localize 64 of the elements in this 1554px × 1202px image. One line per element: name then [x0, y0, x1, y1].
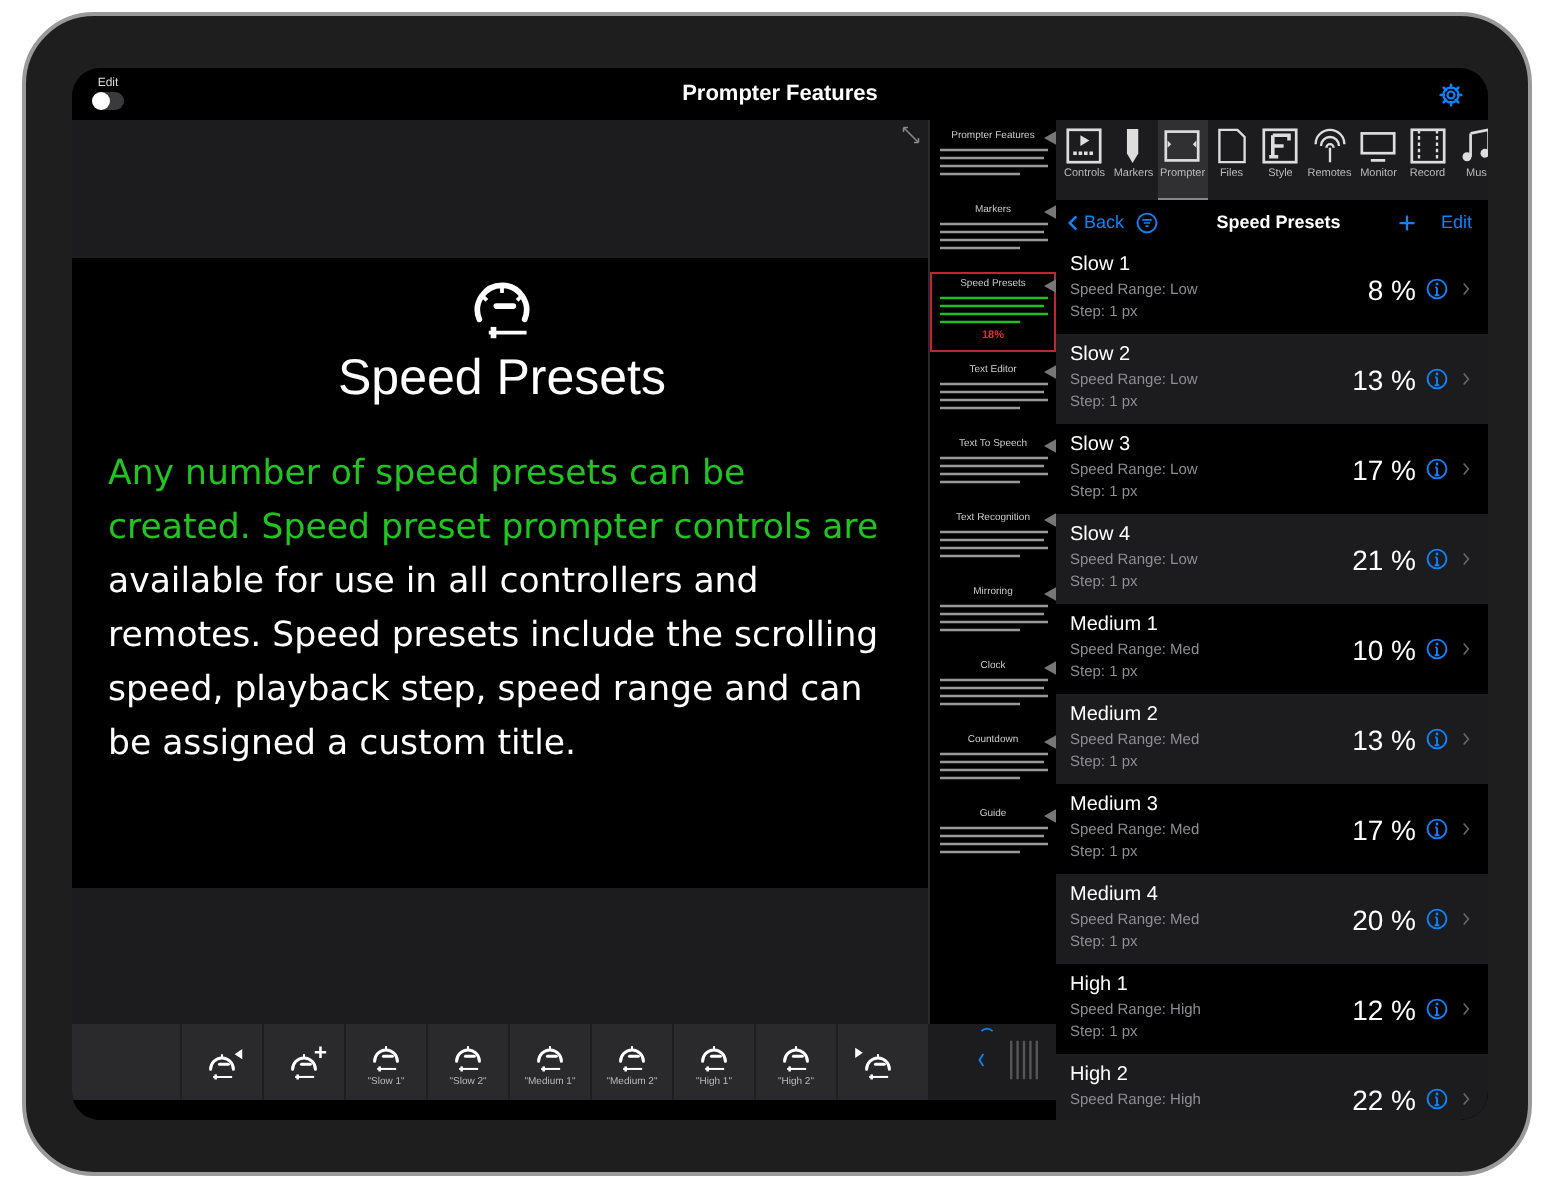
markers-icon — [1126, 128, 1141, 164]
script-paragraph: Any number of speed presets can be created. Speed preset prompter controls are available for use in all controllers and remotes. Speed presets include the scrolling speed, playback step, speed range and can be assigned a custom title. — [108, 452, 881, 768]
monitor-icon — [1360, 128, 1397, 164]
chevron-right-icon — [1462, 1002, 1470, 1016]
controls-icon — [1066, 128, 1103, 164]
preset-name: Slow 2 — [1070, 342, 1133, 368]
files-icon — [1213, 128, 1250, 164]
record-icon — [1409, 128, 1446, 164]
speed-value: 13 % — [1352, 723, 1416, 755]
info-icon[interactable] — [1426, 728, 1448, 750]
filter-icon[interactable] — [1136, 211, 1159, 233]
preset-name: High 2 — [1070, 1062, 1130, 1088]
preset-name: Medium 4 — [1070, 882, 1160, 908]
chevron-right-icon — [1462, 282, 1470, 296]
speed-value: 10 % — [1352, 633, 1416, 665]
back-button[interactable]: Back — [1068, 212, 1125, 232]
info-icon[interactable] — [1426, 278, 1448, 300]
info-icon[interactable] — [1426, 818, 1448, 840]
speed-value: 17 % — [1352, 453, 1416, 485]
collapse-icon[interactable] — [980, 1026, 994, 1032]
nav-title: Speed Presets — [1214, 212, 1343, 232]
preset-name: Slow 3 — [1070, 432, 1133, 458]
preset-name: Medium 3 — [1070, 792, 1160, 818]
window-title: Prompter Features — [682, 82, 878, 106]
speed-value: 22 % — [1352, 1083, 1416, 1115]
add-icon[interactable] — [1398, 213, 1417, 231]
section-heading: Speed Presets — [338, 350, 666, 408]
music-icon — [1458, 128, 1488, 164]
speed-value: 21 % — [1352, 543, 1416, 575]
chevron-right-icon — [1462, 822, 1470, 836]
info-icon[interactable] — [1426, 548, 1448, 570]
speed-value: 20 % — [1352, 903, 1416, 935]
chevron-right-icon — [1462, 912, 1470, 926]
speed-value: 17 % — [1352, 813, 1416, 845]
info-icon[interactable] — [1426, 1088, 1448, 1110]
chevron-right-icon — [1462, 462, 1470, 476]
chevron-right-icon — [1462, 732, 1470, 746]
speed-value: 13 % — [1352, 363, 1416, 395]
info-icon[interactable] — [1426, 638, 1448, 660]
preset-name: Medium 2 — [1070, 702, 1160, 728]
settings-icon[interactable] — [1438, 81, 1464, 107]
preset-name: High 1 — [1070, 972, 1130, 998]
style-icon — [1262, 128, 1299, 164]
speed-value: 12 % — [1352, 993, 1416, 1025]
grip-icon[interactable] — [1008, 1036, 1040, 1084]
remotes-icon — [1311, 128, 1348, 164]
info-icon[interactable] — [1426, 368, 1448, 390]
preset-name: Medium 1 — [1070, 612, 1160, 638]
info-icon[interactable] — [1426, 458, 1448, 480]
chevron-right-icon — [1462, 552, 1470, 566]
prompter-icon — [1164, 128, 1201, 164]
preset-name: Slow 1 — [1070, 252, 1133, 278]
chevron-left-icon — [1068, 213, 1078, 231]
preset-name: Slow 4 — [1070, 522, 1133, 548]
edit-button[interactable]: Edit — [1440, 212, 1472, 232]
chevron-right-icon — [1462, 1092, 1470, 1106]
expand-icon[interactable] — [902, 126, 920, 144]
chevron-right-icon — [1462, 372, 1470, 386]
info-icon[interactable] — [1426, 998, 1448, 1020]
edit-toggle[interactable] — [92, 92, 124, 110]
chevron-left-icon[interactable] — [978, 1052, 984, 1068]
speed-value: 8 % — [1367, 273, 1416, 305]
chevron-right-icon — [1462, 642, 1470, 656]
info-icon[interactable] — [1426, 908, 1448, 930]
